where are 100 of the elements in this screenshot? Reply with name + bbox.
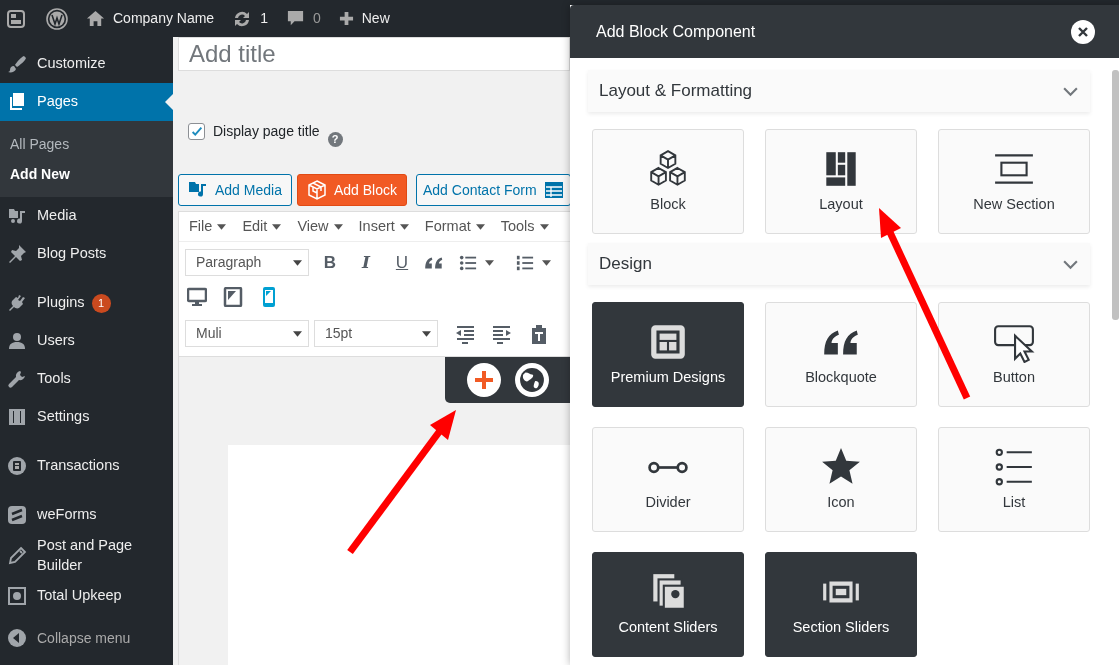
brush-icon bbox=[7, 54, 27, 74]
plus-icon bbox=[338, 11, 354, 26]
block-card[interactable]: Icon bbox=[765, 427, 917, 532]
clipboard-icon[interactable] bbox=[529, 323, 549, 344]
block-card[interactable]: Layout bbox=[765, 129, 917, 234]
numbered-list-button[interactable] bbox=[516, 253, 551, 272]
sliders-icon bbox=[7, 407, 27, 427]
table-icon bbox=[543, 180, 564, 200]
bullet-list-button[interactable] bbox=[459, 253, 494, 272]
sidebar-item[interactable]: Total Upkeep bbox=[0, 577, 173, 616]
editor-button[interactable]: Add Media bbox=[178, 174, 292, 206]
pencil-icon bbox=[7, 545, 27, 566]
panel-title: Add Block Component bbox=[596, 21, 756, 42]
italic-button[interactable]: I bbox=[351, 249, 381, 276]
checkbox-label: Display page title bbox=[213, 122, 320, 141]
bullet-list-icon bbox=[459, 253, 477, 272]
numbered-list-icon bbox=[516, 253, 534, 272]
block-card[interactable]: New Section bbox=[938, 129, 1090, 234]
wrench-icon bbox=[7, 369, 27, 389]
block-card[interactable]: Section Sliders bbox=[765, 552, 917, 657]
submenu-item[interactable]: Add New bbox=[0, 159, 173, 189]
menu-item[interactable]: File bbox=[181, 215, 235, 238]
dropdown[interactable]: 15pt bbox=[314, 320, 438, 347]
editor-button[interactable]: Add Contact Form bbox=[416, 174, 571, 206]
pages-icon bbox=[7, 92, 27, 112]
caret-icon bbox=[293, 259, 302, 266]
checkbox[interactable] bbox=[188, 123, 205, 140]
section-header[interactable]: Design bbox=[588, 243, 1090, 285]
sidebar-item[interactable]: Media bbox=[0, 197, 173, 235]
sidebar-item[interactable]: Tools bbox=[0, 360, 173, 398]
caret-icon bbox=[333, 223, 343, 230]
divider-icon bbox=[647, 460, 689, 474]
caret-icon bbox=[539, 223, 549, 230]
indent-icon[interactable] bbox=[492, 323, 512, 344]
home-icon bbox=[86, 9, 105, 28]
block-card[interactable]: Divider bbox=[592, 427, 744, 532]
add-button[interactable] bbox=[467, 363, 501, 397]
caret-icon bbox=[272, 223, 282, 230]
sidebar-item[interactable]: Customize bbox=[0, 45, 173, 83]
block-card[interactable]: Block bbox=[592, 129, 744, 234]
menu-item[interactable]: Tools bbox=[492, 215, 557, 238]
dropdown[interactable]: Paragraph bbox=[185, 249, 309, 276]
comment-count: 0 bbox=[312, 9, 321, 28]
menu-item[interactable]: Edit bbox=[234, 215, 290, 238]
block-card[interactable]: Premium Designs bbox=[592, 302, 744, 407]
collapse-menu-button[interactable]: Collapse menu bbox=[0, 619, 173, 658]
block-card[interactable]: List bbox=[938, 427, 1090, 532]
block-card[interactable]: Content Sliders bbox=[592, 552, 744, 657]
media-icon bbox=[7, 206, 27, 226]
menu-item[interactable]: View bbox=[289, 215, 351, 238]
caret-icon bbox=[217, 223, 227, 230]
block-card[interactable]: Blockquote bbox=[765, 302, 917, 407]
caret-icon bbox=[422, 330, 431, 337]
caret-icon bbox=[475, 223, 485, 230]
tablet-icon[interactable] bbox=[223, 287, 243, 307]
collapse-icon bbox=[7, 628, 27, 649]
list-icon bbox=[993, 446, 1035, 488]
pin-icon bbox=[7, 244, 27, 264]
letter-s-logo-icon bbox=[7, 505, 27, 525]
monitor-icon[interactable] bbox=[187, 287, 207, 307]
sidebar-item[interactable]: Blog Posts bbox=[0, 235, 173, 273]
block-card[interactable]: Button bbox=[938, 302, 1090, 407]
caret-icon bbox=[485, 259, 494, 266]
bold-button[interactable]: B bbox=[315, 249, 345, 276]
section-header[interactable]: Layout & Formatting bbox=[588, 70, 1090, 112]
globe-icon bbox=[519, 367, 545, 393]
sidebar-item[interactable]: Settings bbox=[0, 398, 173, 436]
submenu-item[interactable]: All Pages bbox=[0, 129, 173, 159]
sidebar-item[interactable]: Transactions bbox=[0, 447, 173, 485]
wordpress-icon[interactable] bbox=[46, 7, 68, 30]
plus-icon bbox=[474, 370, 494, 390]
caret-icon bbox=[399, 223, 409, 230]
title-input[interactable]: Add title bbox=[178, 37, 570, 71]
new-link[interactable]: New bbox=[338, 8, 390, 29]
close-button[interactable] bbox=[1071, 19, 1095, 44]
round-logo-icon bbox=[7, 456, 27, 476]
sidebar-item[interactable]: Plugins 1 bbox=[0, 284, 173, 322]
caret-icon bbox=[293, 330, 302, 337]
check-icon bbox=[189, 124, 204, 139]
plug-icon bbox=[7, 293, 27, 313]
site-name-link[interactable]: Company Name bbox=[113, 8, 215, 29]
sidebar-item[interactable]: weForms bbox=[0, 496, 173, 534]
caret-icon bbox=[542, 259, 551, 266]
logo-icon[interactable] bbox=[6, 8, 26, 29]
sidebar-item[interactable]: Pages bbox=[0, 83, 173, 121]
outdent-icon[interactable] bbox=[455, 323, 475, 344]
user-icon bbox=[7, 331, 27, 351]
safe-icon bbox=[7, 586, 27, 607]
globe-button[interactable] bbox=[515, 363, 549, 397]
cube-icon bbox=[306, 180, 327, 200]
underline-button[interactable]: U bbox=[387, 249, 417, 276]
sidebar-item[interactable]: Post and Page Builder bbox=[0, 534, 173, 578]
media-icon bbox=[188, 180, 208, 200]
dropdown[interactable]: Muli bbox=[185, 320, 309, 347]
count-badge: 1 bbox=[91, 293, 111, 313]
scrollbar[interactable] bbox=[1112, 70, 1119, 320]
sidebar-item[interactable]: Users bbox=[0, 322, 173, 360]
menu-item[interactable]: Insert bbox=[350, 215, 417, 238]
menu-item[interactable]: Format bbox=[416, 215, 493, 238]
help-icon[interactable]: ? bbox=[327, 132, 343, 147]
